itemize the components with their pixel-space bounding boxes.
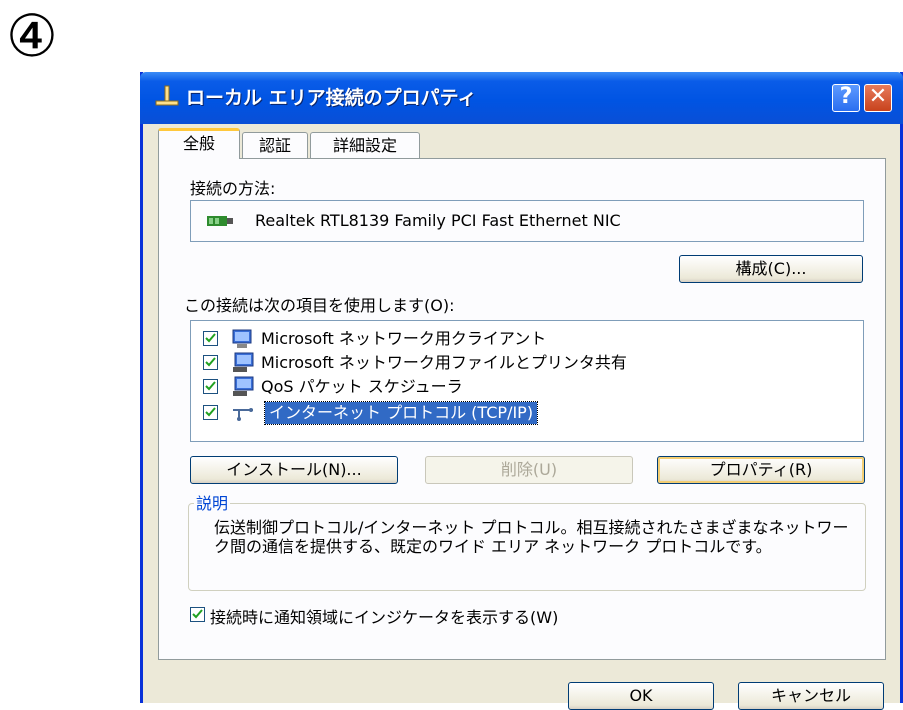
description-text: 伝送制御プロトコル/インターネット プロトコル。相互接続されたさまざまなネットワ… [214,518,849,556]
help-button[interactable]: ? [832,84,860,112]
protocol-icon [233,408,253,421]
network-service-icon [233,352,254,372]
cancel-button[interactable]: キャンセル [738,682,884,710]
uninstall-button[interactable]: 削除(U) [425,456,633,484]
item-label: QoS パケット スケジューラ [261,377,463,396]
tab-general[interactable]: 全般 [158,128,240,159]
items-label: この接続は次の項目を使用します(O): [184,296,455,315]
properties-button[interactable]: プロパティ(R) [657,456,865,484]
item-checkbox[interactable] [203,405,218,420]
item-checkbox[interactable] [203,331,218,346]
install-button[interactable]: インストール(N)... [190,456,398,484]
components-list[interactable]: Microsoft ネットワーク用クライアント Microsoft ネットワーク… [190,320,864,442]
window-title: ローカル エリア接続のプロパティ [186,87,477,109]
tab-authentication[interactable]: 認証 [242,132,308,158]
list-item[interactable]: Microsoft ネットワーク用クライアント [203,327,853,351]
network-service-icon [233,376,254,396]
configure-button[interactable]: 構成(C)... [679,255,863,283]
adapter-name: Realtek RTL8139 Family PCI Fast Ethernet… [255,211,621,230]
close-button[interactable]: ✕ [864,84,892,112]
item-label: Microsoft ネットワーク用ファイルとプリンタ共有 [261,353,627,372]
title-bar[interactable]: ローカル エリア接続のプロパティ ? ✕ [140,72,903,124]
step-number-marker: ④ [6,2,58,70]
ok-button[interactable]: OK [568,682,714,710]
item-label: Microsoft ネットワーク用クライアント [261,329,547,348]
network-adapter-icon [207,216,233,226]
network-client-icon [232,329,252,348]
notify-label: 接続時に通知領域にインジケータを表示する(W) [210,608,559,627]
item-checkbox[interactable] [203,379,218,394]
network-connection-icon [155,85,179,106]
tab-advanced[interactable]: 詳細設定 [310,132,420,158]
notify-checkbox[interactable] [190,607,205,622]
description-title: 説明 [194,490,231,514]
adapter-field: Realtek RTL8139 Family PCI Fast Ethernet… [190,200,864,242]
list-item-selected[interactable]: インターネット プロトコル (TCP/IP) [203,401,853,425]
connect-using-label: 接続の方法: [190,179,276,198]
item-checkbox[interactable] [203,355,218,370]
list-item[interactable]: Microsoft ネットワーク用ファイルとプリンタ共有 [203,351,853,375]
item-label: インターネット プロトコル (TCP/IP) [263,401,539,425]
list-item[interactable]: QoS パケット スケジューラ [203,375,853,399]
